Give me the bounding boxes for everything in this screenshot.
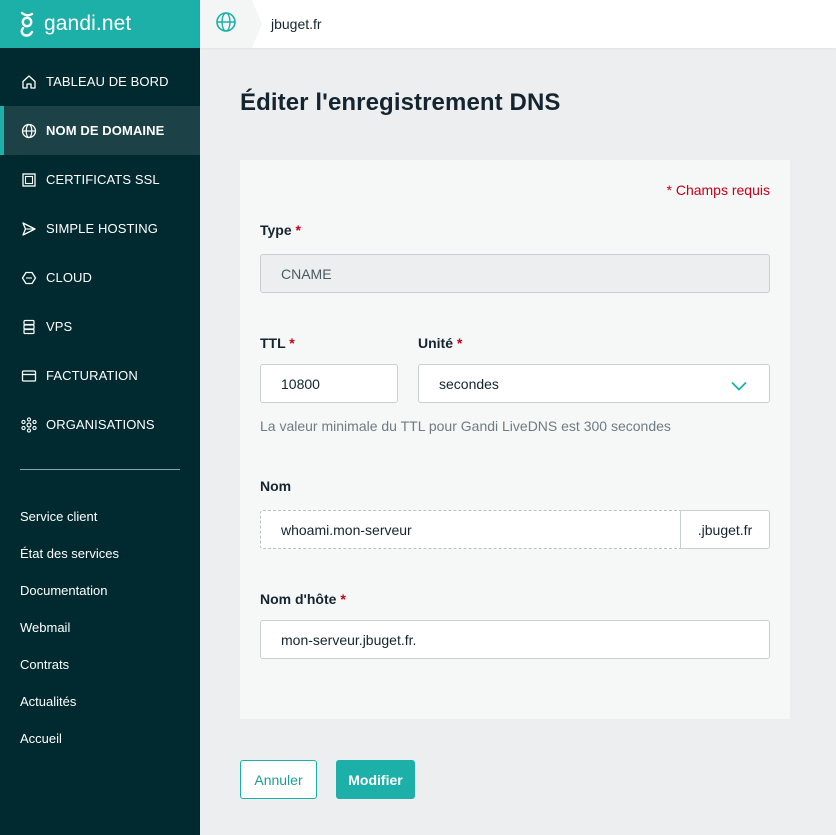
link-contrats[interactable]: Contrats [0, 646, 200, 683]
sidebar-item-label: CERTIFICATS SSL [46, 172, 160, 187]
home-icon [20, 73, 38, 91]
sidebar-item-label: FACTURATION [46, 368, 138, 383]
cancel-button[interactable]: Annuler [240, 760, 317, 799]
globe-icon [215, 11, 237, 38]
sidebar-item-facturation[interactable]: FACTURATION [0, 351, 200, 400]
globe-icon [20, 122, 38, 140]
type-field: CNAME [260, 254, 770, 293]
ttl-hint: La valeur minimale du TTL pour Gandi Liv… [260, 418, 671, 434]
hostname-label-text: Nom d'hôte [260, 591, 337, 607]
sidebar-item-simple-hosting[interactable]: SIMPLE HOSTING [0, 204, 200, 253]
hostname-input[interactable]: mon-serveur.jbuget.fr. [260, 620, 770, 659]
sidebar-item-label: TABLEAU DE BORD [46, 74, 169, 89]
certificate-icon [20, 171, 38, 189]
sidebar-item-label: CLOUD [46, 270, 93, 285]
required-fields-note: * Champs requis [666, 182, 771, 198]
logo-text: gandi.net [44, 12, 132, 35]
sidebar-nav: TABLEAU DE BORD NOM DE DOMAINE CERTIFICA… [0, 57, 200, 449]
name-input[interactable]: whoami.mon-serveur [260, 510, 681, 549]
required-star: * [295, 222, 301, 238]
sidebar-item-nom-de-domaine[interactable]: NOM DE DOMAINE [0, 106, 200, 155]
sidebar-item-label: SIMPLE HOSTING [46, 221, 158, 236]
sidebar-item-certificats-ssl[interactable]: CERTIFICATS SSL [0, 155, 200, 204]
network-icon [20, 416, 38, 434]
dns-record-form: * Champs requis Type * CNAME TTL * 10800… [240, 160, 790, 719]
link-documentation[interactable]: Documentation [0, 572, 200, 609]
type-label-text: Type [260, 222, 292, 238]
server-icon [20, 318, 38, 336]
ttl-label-text: TTL [260, 335, 286, 351]
page-title: Éditer l'enregistrement DNS [240, 89, 561, 116]
sidebar-item-label: NOM DE DOMAINE [46, 123, 165, 138]
sidebar-item-vps[interactable]: VPS [0, 302, 200, 351]
send-icon [20, 220, 38, 238]
link-service-client[interactable]: Service client [0, 498, 200, 535]
topbar: jbuget.fr [200, 0, 836, 48]
link-accueil[interactable]: Accueil [0, 720, 200, 757]
required-star: * [340, 591, 346, 607]
type-label: Type * [260, 222, 301, 238]
chevron-down-icon [731, 378, 747, 394]
logo[interactable]: gandi.net [0, 0, 200, 48]
card-icon [20, 367, 38, 385]
sidebar-item-tableau-de-bord[interactable]: TABLEAU DE BORD [0, 57, 200, 106]
unit-select[interactable]: secondes [418, 364, 770, 403]
domain-suffix: .jbuget.fr [680, 510, 770, 549]
hostname-label: Nom d'hôte * [260, 591, 346, 607]
name-label-text: Nom [260, 478, 292, 494]
sidebar-links: Service client État des services Documen… [0, 498, 200, 757]
breadcrumb-domain[interactable]: jbuget.fr [271, 16, 322, 32]
unit-select-value: secondes [439, 375, 499, 392]
link-actualites[interactable]: Actualités [0, 683, 200, 720]
sidebar-item-cloud[interactable]: CLOUD [0, 253, 200, 302]
ttl-label: TTL * [260, 335, 295, 351]
ttl-input[interactable]: 10800 [260, 364, 398, 403]
sidebar-item-label: VPS [46, 319, 73, 334]
submit-button[interactable]: Modifier [336, 760, 415, 799]
sidebar: gandi.net TABLEAU DE BORD NOM DE DOMAINE… [0, 0, 200, 835]
required-star: * [456, 335, 463, 351]
unit-label-text: Unité [418, 335, 453, 351]
sidebar-divider [20, 469, 180, 470]
link-etat-des-services[interactable]: État des services [0, 535, 200, 572]
name-label: Nom [260, 478, 291, 494]
required-star: * [289, 335, 295, 351]
hexagon-icon [20, 269, 38, 287]
gandi-logo-icon [20, 11, 34, 37]
sidebar-item-organisations[interactable]: ORGANISATIONS [0, 400, 200, 449]
sidebar-item-label: ORGANISATIONS [46, 417, 155, 432]
unit-label: Unité * [418, 335, 462, 351]
link-webmail[interactable]: Webmail [0, 609, 200, 646]
breadcrumb-home[interactable] [200, 0, 262, 48]
